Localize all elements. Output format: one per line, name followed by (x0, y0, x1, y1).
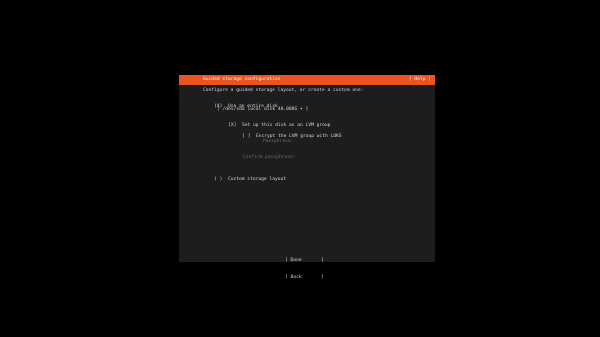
custom-layout-label: Custom storage layout (227, 177, 287, 182)
back-button[interactable]: [ Back ] (285, 275, 324, 280)
intro-text: Configure a guided storage layout, or cr… (203, 88, 364, 93)
title-bar: Guided storage configuration [ Help ] (179, 75, 435, 85)
luks-checkbox[interactable]: [ ] (242, 134, 250, 139)
passphrase-field: Passphrase: (263, 139, 294, 144)
confirm-passphrase-field: Confirm passphrase: (243, 155, 296, 160)
disk-select[interactable]: [ /dev/sda local disk 40.000G ▾ ] (217, 107, 308, 113)
custom-layout-radio[interactable]: ( ) (214, 177, 222, 182)
done-button[interactable]: [ Done ] (285, 258, 324, 263)
custom-layout-option[interactable]: ( ) Custom storage layout (203, 171, 286, 189)
button-group: [ Done ] [ Back ] (285, 246, 324, 292)
installer-screen: Guided storage configuration [ Help ] Co… (179, 75, 435, 280)
help-button[interactable]: [ Help ] (409, 77, 431, 83)
page-title: Guided storage configuration (203, 77, 281, 82)
